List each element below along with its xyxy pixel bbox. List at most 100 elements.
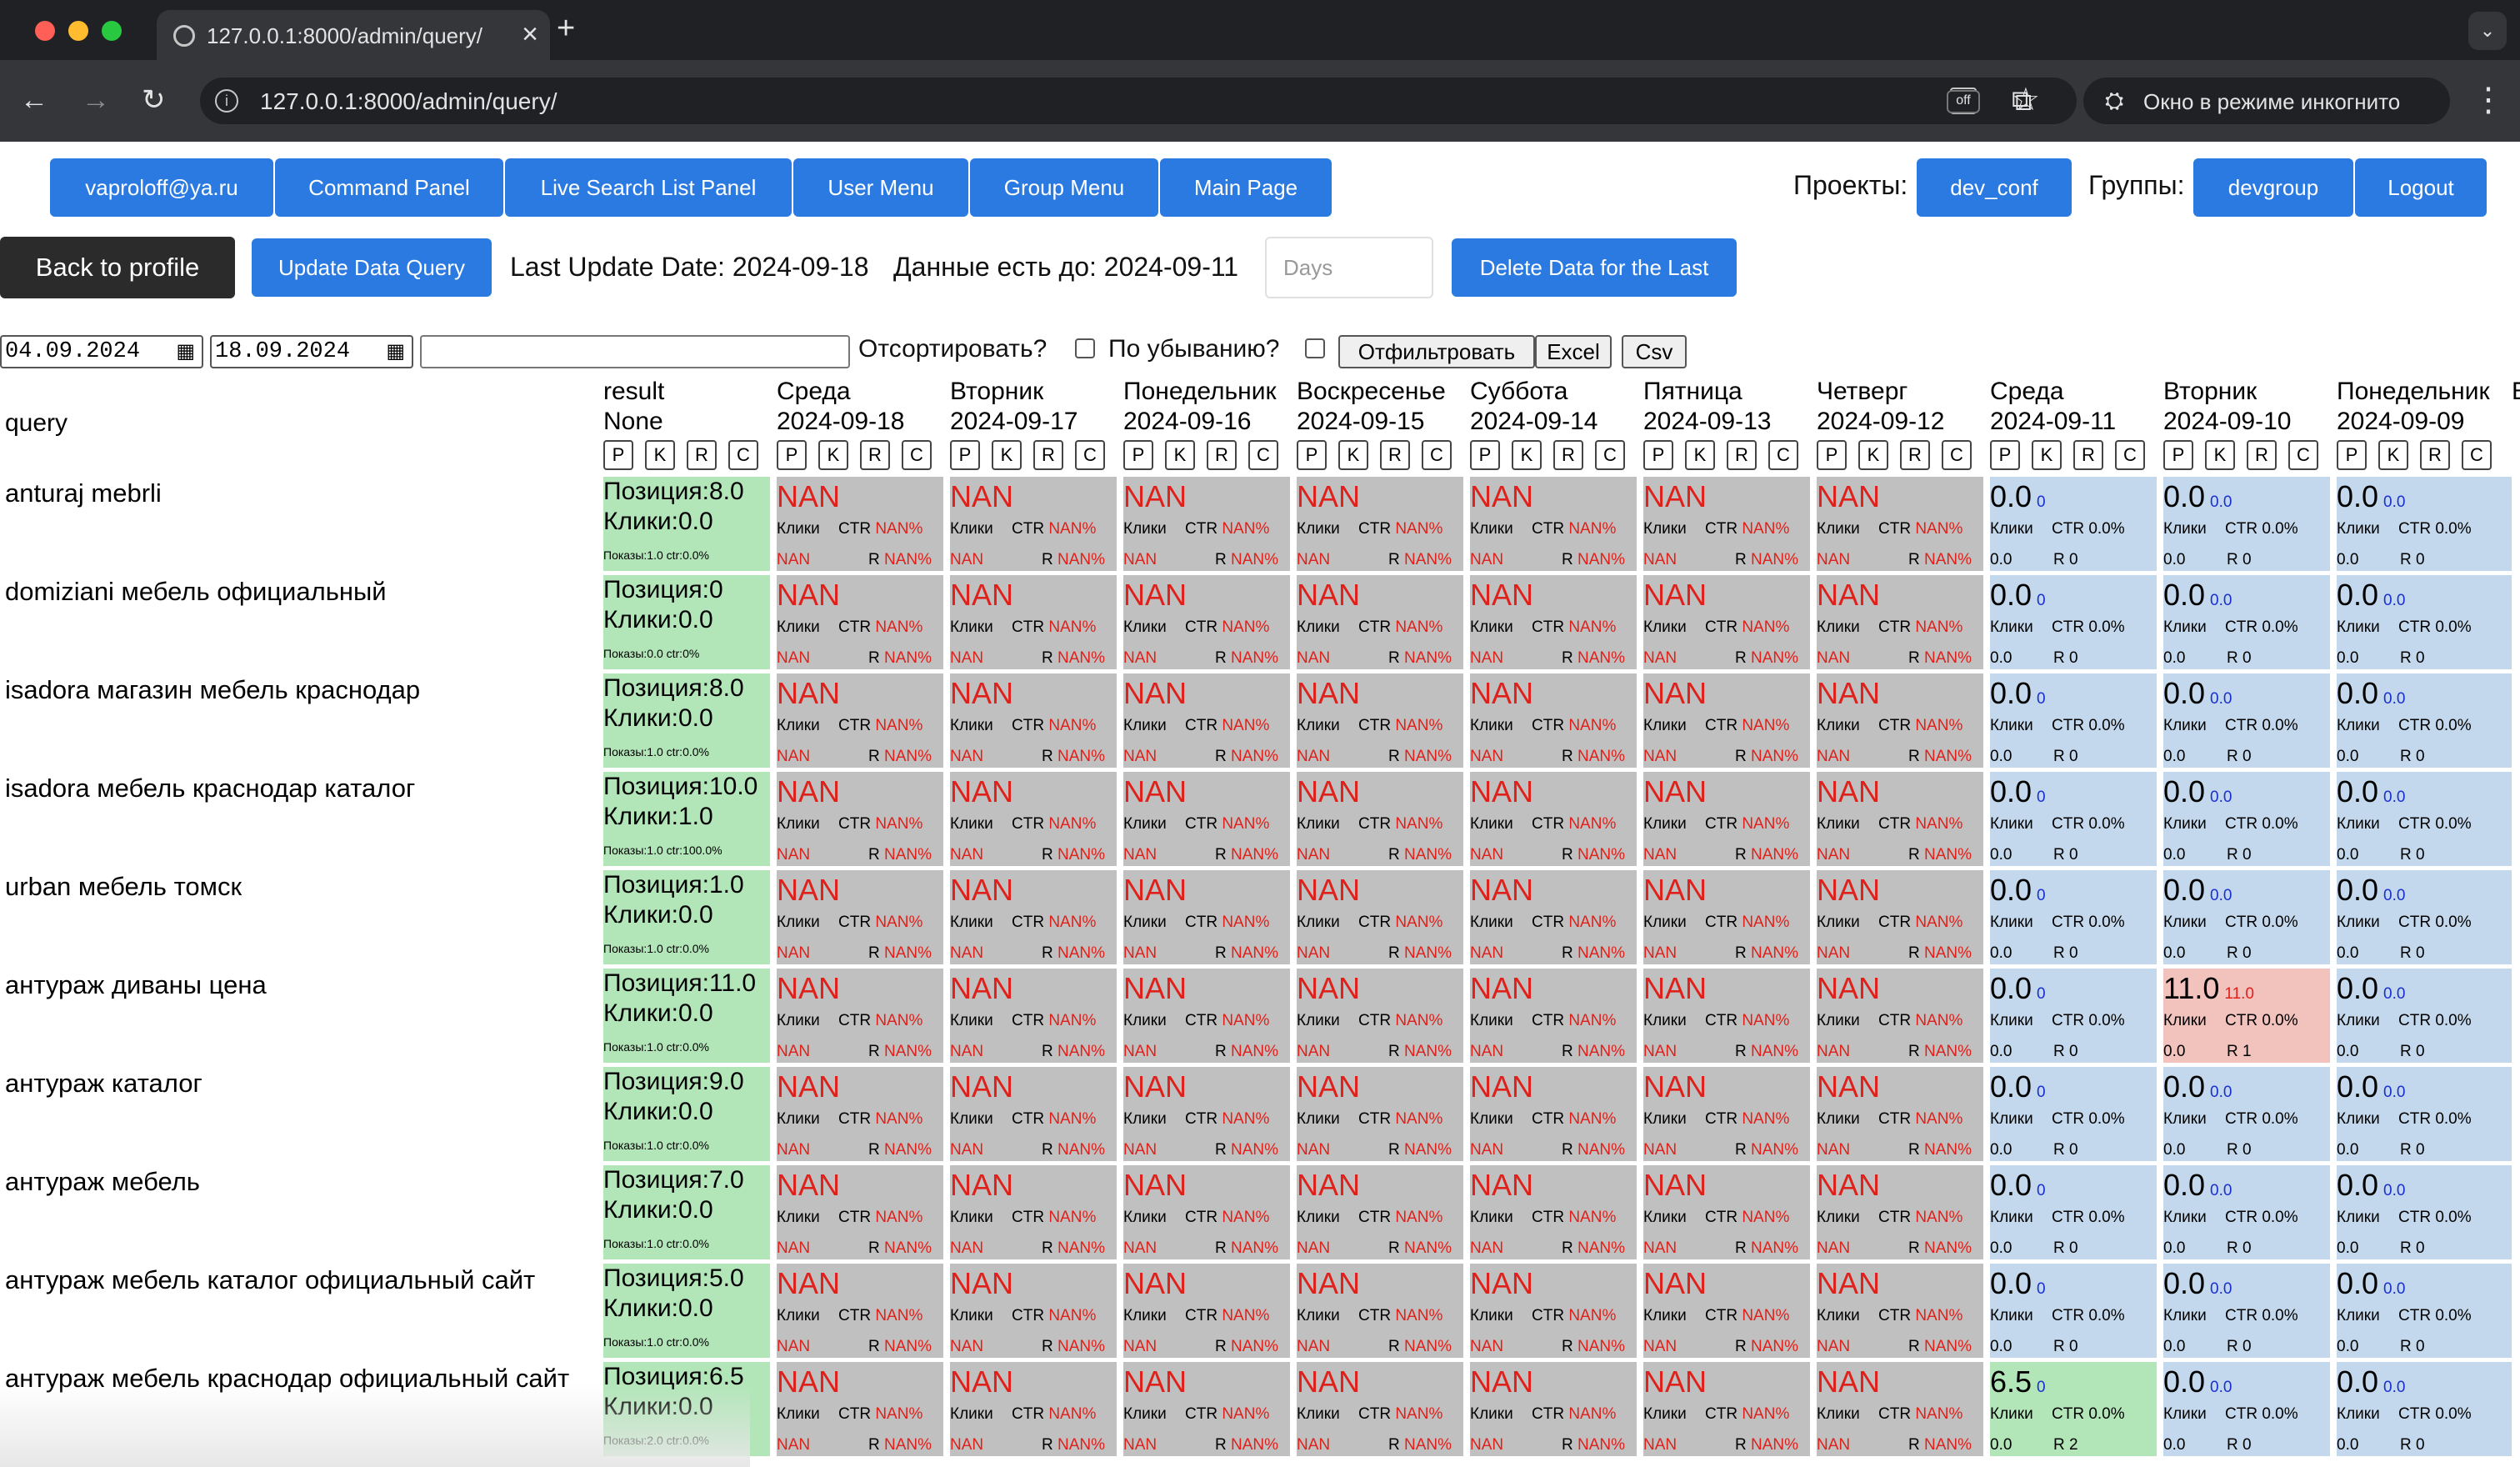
sort-r-button[interactable]: R bbox=[1727, 440, 1757, 470]
sort-r-button[interactable]: R bbox=[2073, 440, 2103, 470]
clicks-label: Клики bbox=[1470, 1307, 1513, 1324]
sort-k-button[interactable]: K bbox=[1858, 440, 1888, 470]
sort-r-button[interactable]: R bbox=[2420, 440, 2450, 470]
sort-k-button[interactable]: K bbox=[1165, 440, 1195, 470]
date-from-input[interactable]: 04.09.2024 ▦ bbox=[0, 335, 203, 368]
new-tab-icon[interactable]: + bbox=[557, 10, 575, 47]
sort-c-button[interactable]: C bbox=[1595, 440, 1625, 470]
sort-k-button[interactable]: K bbox=[1685, 440, 1715, 470]
sort-p-button[interactable]: P bbox=[1817, 440, 1847, 470]
sort-r-button[interactable]: R bbox=[687, 440, 717, 470]
site-info-icon[interactable]: i bbox=[215, 89, 238, 113]
sort-r-button[interactable]: R bbox=[1380, 440, 1410, 470]
excel-button[interactable]: Excel bbox=[1535, 335, 1612, 368]
sort-c-button[interactable]: C bbox=[1248, 440, 1278, 470]
cell-rank: R 0 bbox=[2227, 1338, 2252, 1355]
sort-r-button[interactable]: R bbox=[1553, 440, 1583, 470]
sort-c-button[interactable]: C bbox=[902, 440, 932, 470]
browser-menu-icon[interactable]: ⋮ bbox=[2472, 82, 2505, 118]
sort-c-button[interactable]: C bbox=[2462, 440, 2492, 470]
extension-off-icon[interactable]: off bbox=[1947, 90, 1980, 113]
cell-clicks: Клики bbox=[1817, 1012, 1860, 1030]
forward-arrow-icon[interactable]: → bbox=[82, 83, 110, 117]
sort-p-button[interactable]: P bbox=[1470, 440, 1500, 470]
sort-k-button[interactable]: K bbox=[645, 440, 675, 470]
sort-checkbox[interactable] bbox=[1075, 338, 1095, 358]
days-input[interactable]: Days bbox=[1265, 237, 1433, 298]
sort-p-button[interactable]: P bbox=[1123, 440, 1153, 470]
address-bar[interactable]: i 127.0.0.1:8000/admin/query/ A ☆ bbox=[200, 78, 2077, 124]
logout-button[interactable]: Logout bbox=[2355, 158, 2487, 217]
user-email-button[interactable]: vaproloff@ya.ru bbox=[50, 158, 273, 217]
ctr-value: NAN% bbox=[1742, 914, 1790, 931]
sort-c-button[interactable]: C bbox=[2115, 440, 2145, 470]
sort-r-button[interactable]: R bbox=[2247, 440, 2277, 470]
back-arrow-icon[interactable]: ← bbox=[20, 83, 48, 117]
sort-k-button[interactable]: K bbox=[1338, 440, 1368, 470]
sort-k-button[interactable]: K bbox=[818, 440, 848, 470]
group-menu-button[interactable]: Group Menu bbox=[970, 158, 1158, 217]
maximize-window-button[interactable] bbox=[102, 21, 122, 41]
impressions-ctr: Показы:1.0 ctr:0.0% bbox=[603, 1139, 709, 1152]
sort-c-button[interactable]: C bbox=[1075, 440, 1105, 470]
delete-data-button[interactable]: Delete Data for the Last bbox=[1452, 238, 1737, 297]
puzzle-extensions-icon[interactable]: ⧉ bbox=[2012, 85, 2032, 118]
chevron-down-icon[interactable]: ⌄ bbox=[2468, 12, 2507, 50]
sort-p-button[interactable]: P bbox=[2337, 440, 2367, 470]
sort-k-button[interactable]: K bbox=[2205, 440, 2235, 470]
cell-ctr: CTR 0.0% bbox=[2052, 1307, 2125, 1324]
sort-k-button[interactable]: K bbox=[1512, 440, 1542, 470]
live-search-button[interactable]: Live Search List Panel bbox=[505, 158, 792, 217]
sort-p-button[interactable]: P bbox=[2163, 440, 2193, 470]
sort-r-button[interactable]: R bbox=[1207, 440, 1237, 470]
day-cell: NAN Клики CTR NAN% NAN R NAN% bbox=[1470, 1264, 1637, 1358]
group-select-button[interactable]: devgroup bbox=[2193, 158, 2353, 217]
cell-position: NAN bbox=[777, 774, 841, 809]
day-cell: NAN Клики CTR NAN% NAN R NAN% bbox=[950, 477, 1117, 571]
minimize-window-button[interactable] bbox=[68, 21, 88, 41]
sort-c-button[interactable]: C bbox=[728, 440, 758, 470]
day-cell: 0.0 0.0 Клики CTR 0.0% 0.0 R 0 bbox=[2337, 575, 2512, 669]
sort-k-button[interactable]: K bbox=[2032, 440, 2062, 470]
sort-r-button[interactable]: R bbox=[1033, 440, 1063, 470]
calendar-icon[interactable]: ▦ bbox=[176, 338, 195, 368]
command-panel-button[interactable]: Command Panel bbox=[275, 158, 503, 217]
sort-k-button[interactable]: K bbox=[2378, 440, 2408, 470]
browser-tab[interactable]: 127.0.0.1:8000/admin/query/ × bbox=[157, 10, 550, 60]
sort-c-button[interactable]: C bbox=[1768, 440, 1798, 470]
incognito-indicator[interactable]: ⛭ Окно в режиме инкогнито bbox=[2083, 78, 2450, 124]
column-date: 2024-09-09 bbox=[2337, 408, 2465, 435]
csv-button[interactable]: Csv bbox=[1622, 335, 1687, 368]
sort-p-button[interactable]: P bbox=[777, 440, 807, 470]
sort-p-button[interactable]: P bbox=[1297, 440, 1327, 470]
descending-checkbox[interactable] bbox=[1305, 338, 1325, 358]
sort-r-button[interactable]: R bbox=[1900, 440, 1930, 470]
close-window-button[interactable] bbox=[35, 21, 55, 41]
update-data-query-button[interactable]: Update Data Query bbox=[252, 238, 492, 297]
sort-p-button[interactable]: P bbox=[950, 440, 980, 470]
sort-c-button[interactable]: C bbox=[1422, 440, 1452, 470]
calendar-icon[interactable]: ▦ bbox=[386, 338, 405, 368]
day-cell: NAN Клики CTR NAN% NAN R NAN% bbox=[1297, 575, 1463, 669]
sort-c-button[interactable]: C bbox=[2288, 440, 2318, 470]
sort-p-button[interactable]: P bbox=[1643, 440, 1673, 470]
filter-button[interactable]: Отфильтровать bbox=[1338, 335, 1535, 368]
sort-c-button[interactable]: C bbox=[1942, 440, 1972, 470]
back-to-profile-button[interactable]: Back to profile bbox=[0, 237, 235, 298]
sort-p-button[interactable]: P bbox=[1990, 440, 2020, 470]
query-filter-input[interactable] bbox=[420, 335, 850, 368]
cell-ctr: CTR NAN% bbox=[1705, 1405, 1789, 1424]
user-menu-button[interactable]: User Menu bbox=[793, 158, 968, 217]
day-cell: 0.0 0.0 Клики CTR 0.0% 0.0 R 0 bbox=[2163, 477, 2330, 571]
reload-icon[interactable]: ↻ bbox=[142, 83, 166, 117]
date-to-input[interactable]: 18.09.2024 ▦ bbox=[210, 335, 413, 368]
sort-k-button[interactable]: K bbox=[992, 440, 1022, 470]
ctr-label: CTR bbox=[1012, 914, 1049, 931]
position-number: 0.0 bbox=[2337, 873, 2379, 907]
ctr-label: CTR bbox=[1185, 1110, 1222, 1128]
sort-p-button[interactable]: P bbox=[603, 440, 633, 470]
project-select-button[interactable]: dev_conf bbox=[1917, 158, 2072, 217]
main-page-button[interactable]: Main Page bbox=[1160, 158, 1332, 217]
sort-r-button[interactable]: R bbox=[860, 440, 890, 470]
close-tab-icon[interactable]: × bbox=[522, 20, 538, 48]
